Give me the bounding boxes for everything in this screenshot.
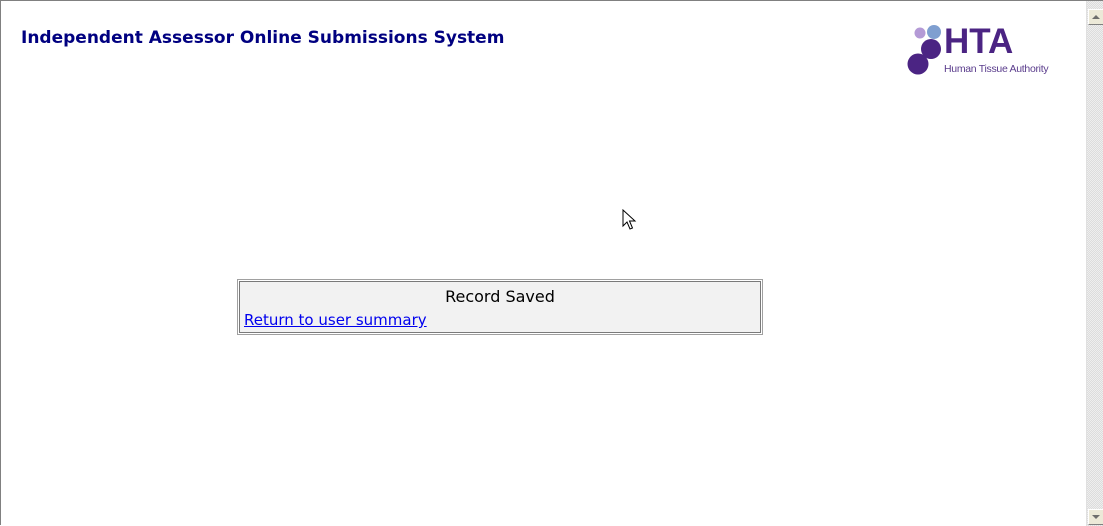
logo-subtitle: Human Tissue Authority	[944, 63, 1049, 75]
status-message: Record Saved	[445, 287, 555, 306]
record-saved-panel-inner: Record Saved Return to user summary	[239, 281, 761, 333]
mouse-pointer-icon	[622, 209, 637, 230]
hta-logo: HTA Human Tissue Authority	[907, 22, 1077, 80]
page-title: Independent Assessor Online Submissions …	[21, 28, 505, 48]
scroll-up-button[interactable]	[1088, 9, 1103, 25]
vertical-scrollbar[interactable]	[1086, 1, 1103, 526]
browser-window: Independent Assessor Online Submissions …	[0, 0, 1103, 526]
scroll-up-arrow-icon	[1092, 15, 1100, 19]
record-saved-panel: Record Saved Return to user summary	[237, 279, 763, 335]
page-content: Independent Assessor Online Submissions …	[2, 2, 1086, 526]
logo-mark: HTA	[944, 22, 1014, 61]
scroll-down-arrow-icon	[1092, 515, 1100, 519]
logo-dots-icon	[907, 25, 941, 75]
scroll-down-button[interactable]	[1088, 509, 1103, 525]
return-to-user-summary-link[interactable]: Return to user summary	[244, 311, 427, 329]
